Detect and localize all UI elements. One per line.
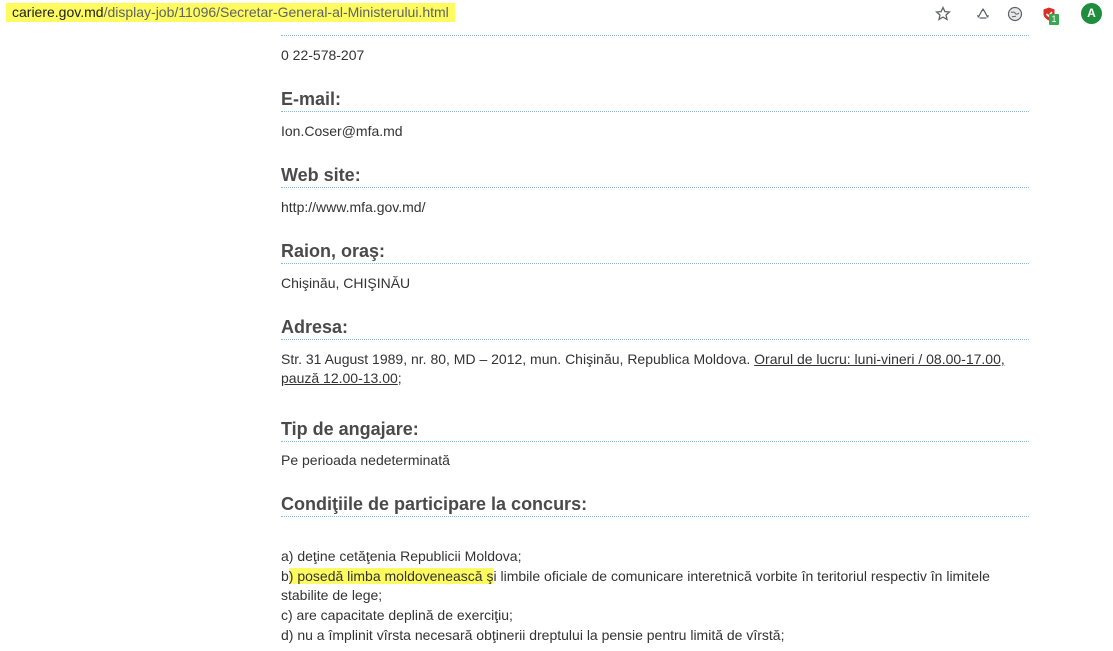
employment-heading: Tip de angajare:	[281, 418, 1029, 442]
employment-value: Pe perioada nedeterminată	[281, 452, 450, 468]
address-hours-1: Orarul de lucru: luni-vineri / 08.00-17.…	[754, 351, 1005, 367]
address-hours-2: pauză 12.00-13.00	[281, 370, 398, 386]
address-value: Str. 31 August 1989, nr. 80, MD – 2012, …	[281, 350, 1029, 388]
phone-value: 0 22-578-207	[281, 47, 365, 63]
recycle-icon[interactable]	[973, 4, 993, 24]
browser-toolbar: cariere.gov.md/display-job/11096/Secreta…	[0, 0, 1113, 28]
email-heading: E-mail:	[281, 88, 1029, 112]
address-bar[interactable]: cariere.gov.md/display-job/11096/Secreta…	[6, 3, 455, 22]
website-value[interactable]: http://www.mfa.gov.md/	[281, 198, 1029, 217]
url-path: /display-job/11096/Secretar-General-al-M…	[103, 4, 449, 20]
condition-b-highlight: ) posedă limba moldovenească ş	[288, 568, 494, 584]
condition-b: b) posedă limba moldovenească şi limbile…	[281, 567, 1029, 586]
district-heading: Raion, oraş:	[281, 240, 1029, 264]
email-value: Ion.Coser@mfa.md	[281, 123, 403, 139]
avatar[interactable]: A	[1081, 3, 1102, 24]
condition-b-prefix: b	[281, 568, 289, 584]
section-divider	[281, 35, 1029, 36]
condition-b-rest: i limbile oficiale de comunicare interet…	[493, 568, 990, 584]
conditions-heading: Condiţiile de participare la concurs:	[281, 493, 1029, 517]
address-heading: Adresa:	[281, 316, 1029, 340]
district-value: Chişinău, CHIŞINĂU	[281, 275, 411, 291]
address-main: Str. 31 August 1989, nr. 80, MD – 2012, …	[281, 351, 751, 367]
condition-c: c) are capacitate deplină de exerciţiu;	[281, 607, 513, 623]
extension-badge: 1	[1049, 14, 1059, 25]
url-domain: cariere.gov.md	[12, 4, 104, 20]
condition-a: a) deţine cetăţenia Republicii Moldova;	[281, 548, 522, 564]
extension-globe-icon[interactable]	[1005, 4, 1025, 24]
condition-b-line2: stabilite de lege;	[281, 587, 383, 603]
condition-d: d) nu a împlinit vîrsta necesară obţiner…	[281, 627, 785, 643]
address-end: ;	[397, 370, 402, 386]
website-heading: Web site:	[281, 164, 1029, 188]
star-icon[interactable]	[933, 4, 953, 24]
